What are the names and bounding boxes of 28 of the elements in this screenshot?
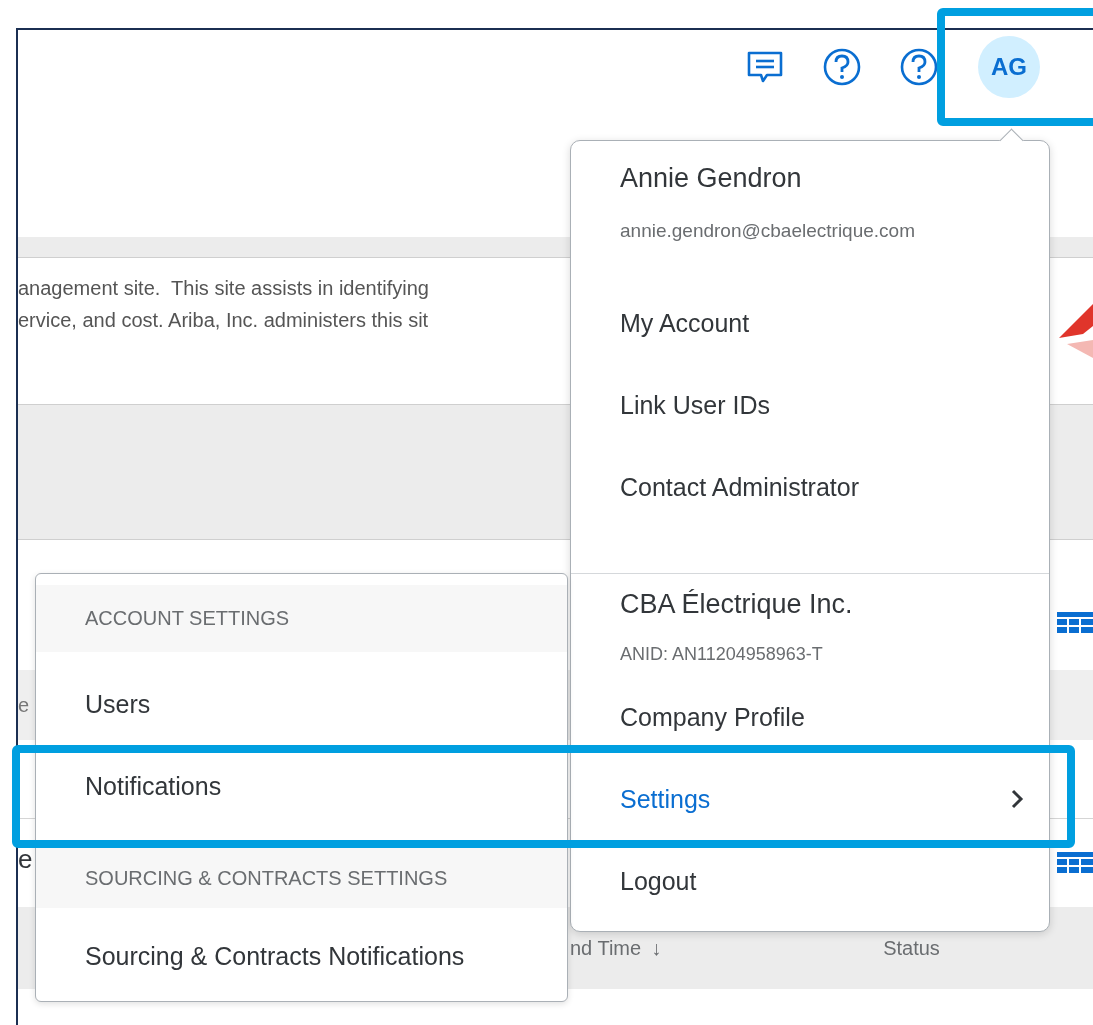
company-anid: ANID: AN11204958963-T [620, 643, 824, 666]
menu-item[interactable]: Notifications [36, 766, 385, 806]
user-email: annie.gendron@cbaelectrique.com [620, 219, 916, 243]
menu-item[interactable]: Company Profile [620, 697, 1024, 737]
table-grid-icon[interactable] [1057, 612, 1093, 634]
section-header: SOURCING & CONTRACTS SETTINGS [36, 848, 567, 908]
menu-item[interactable]: Settings [620, 779, 1024, 819]
column-header[interactable]: Status [883, 936, 940, 960]
column-header-fragment: e [18, 693, 30, 717]
sort-indicator[interactable]: ↓ [651, 936, 662, 960]
menu-item[interactable]: Users [36, 684, 385, 724]
help-icon[interactable] [822, 47, 862, 87]
menu-item[interactable]: Contact Administrator [620, 467, 1024, 507]
section-header: ACCOUNT SETTINGS [36, 585, 567, 652]
intro-text-line: anagement site. This site assists in identifying [18, 276, 429, 301]
section-title-fragment: e [18, 843, 33, 875]
chat-icon[interactable] [745, 49, 785, 85]
menu-item[interactable]: Logout [620, 861, 1024, 901]
help-icon[interactable] [899, 47, 939, 87]
menu-item[interactable]: Link User IDs [620, 385, 1024, 425]
table-grid-icon[interactable] [1057, 852, 1093, 874]
user-name: Annie Gendron [620, 162, 803, 195]
user-avatar[interactable]: AG [978, 36, 1040, 98]
menu-item[interactable]: My Account [620, 303, 1024, 343]
company-name: CBA Électrique Inc. [620, 588, 854, 621]
column-header[interactable]: nd Time [570, 936, 642, 960]
intro-text-line: ervice, and cost. Ariba, Inc. administers this sit [18, 308, 429, 333]
menu-item[interactable]: Sourcing & Contracts Notifications [36, 936, 505, 976]
